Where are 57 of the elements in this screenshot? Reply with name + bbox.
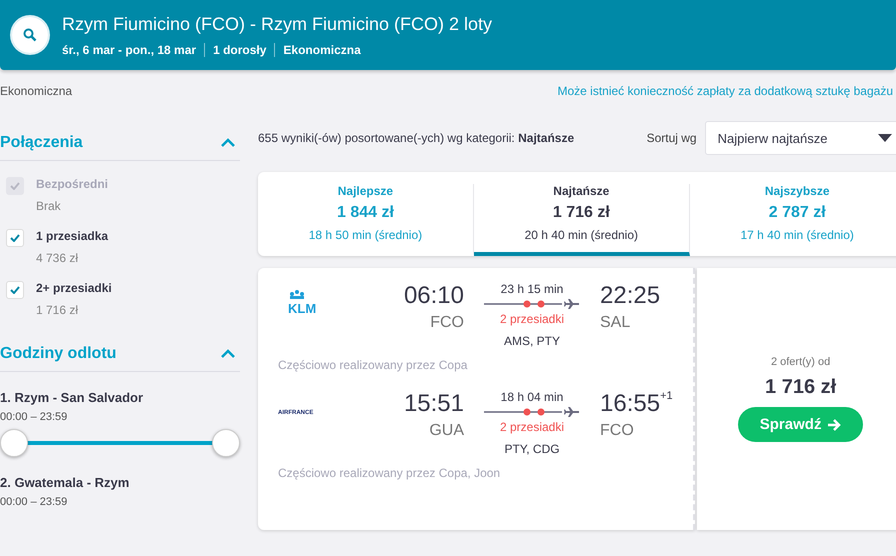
filter-option-price: 4 736 zł xyxy=(36,251,80,265)
stopover-airports: PTY, CDG xyxy=(504,442,560,456)
filter-title: Połączenia xyxy=(0,134,83,152)
departure-time: 06:10 xyxy=(404,282,464,310)
offers-count: 2 ofert(y) od xyxy=(770,356,830,368)
airport-code: FCO xyxy=(600,422,634,440)
check-icon xyxy=(10,182,20,190)
airport-code: GUA xyxy=(429,422,464,440)
stops-count: 2 przesiadki xyxy=(500,420,564,434)
stopover-airports: AMS, PTY xyxy=(504,334,560,348)
search-button[interactable] xyxy=(12,17,48,53)
crown-icon xyxy=(288,290,306,300)
filter-option-price: Brak xyxy=(36,199,62,213)
filter-option-label: Bezpośredni xyxy=(36,177,108,191)
check-icon xyxy=(10,234,20,242)
search-detail: Ekonomiczna xyxy=(274,42,369,56)
checkbox[interactable] xyxy=(6,281,24,299)
checkbox[interactable] xyxy=(6,229,24,247)
operator-note: Częściowo realizowany przez Copa xyxy=(278,358,468,372)
sort-label: Sortuj wg xyxy=(646,131,697,145)
search-detail: 1 dorosły xyxy=(204,42,274,56)
operator-note: Częściowo realizowany przez Copa, Joon xyxy=(278,466,502,480)
sort-tab[interactable]: Najtańsze 1 716 zł 20 h 40 min (średnio) xyxy=(474,184,690,256)
flight-duration: 18 h 04 min xyxy=(500,390,564,404)
dropdown-caret-icon xyxy=(878,134,892,142)
search-title: Rzym Fiumicino (FCO) - Rzym Fiumicino (FCO) 2 loty xyxy=(62,14,492,34)
sort-tab[interactable]: Najlepsze 1 844 zł 18 h 50 min (średnio) xyxy=(258,184,474,256)
flight-duration: 23 h 15 min xyxy=(500,282,564,296)
filter-option-price: 1 716 zł xyxy=(36,303,80,317)
time-range-slider[interactable] xyxy=(0,429,240,457)
sort-tab[interactable]: Najszybsze 2 787 zł 17 h 40 min (średnio) xyxy=(690,184,896,256)
airport-code: FCO xyxy=(430,314,464,332)
filter-option-label: 2+ przesiadki xyxy=(36,281,112,295)
departure-time: 15:51 xyxy=(404,390,464,418)
check-icon xyxy=(10,286,20,294)
baggage-link[interactable]: Może istnieć konieczność zapłaty za dodatkową sztukę bagażu xyxy=(557,84,893,98)
arrow-icon xyxy=(827,418,842,430)
cabin-class: Ekonomiczna xyxy=(0,84,72,98)
airport-code: SAL xyxy=(600,314,630,332)
stops-count: 2 przesiadki xyxy=(500,312,564,326)
route-label: 1. Rzym - San Salvador xyxy=(0,390,144,405)
time-range: 00:00 – 23:59 xyxy=(0,411,68,423)
airline-logo: KLM xyxy=(278,290,374,316)
sort-dropdown[interactable]: Najpierw najtańsze xyxy=(704,121,896,155)
price: 1 716 zł xyxy=(765,376,836,399)
filter-title: Godziny odlotu xyxy=(0,345,116,363)
search-icon xyxy=(23,28,37,42)
search-detail: śr., 6 mar - pon., 18 mar xyxy=(62,42,198,56)
check-button[interactable]: Sprawdź xyxy=(738,407,864,442)
arrival-time: 16:55$^{+1}$ xyxy=(600,390,673,418)
route-label: 2. Gwatemala - Rzym xyxy=(0,475,130,490)
slider-handle[interactable] xyxy=(212,429,240,457)
results-summary: 655 wyniki(-ów) posortowane(-ych) wg kategorii: Najtańsze xyxy=(258,131,574,145)
time-range: 00:00 – 23:59 xyxy=(0,496,68,508)
slider-handle[interactable] xyxy=(0,429,28,457)
filter-option-label: 1 przesiadka xyxy=(36,229,108,243)
arrival-time: 22:25 xyxy=(600,282,660,310)
